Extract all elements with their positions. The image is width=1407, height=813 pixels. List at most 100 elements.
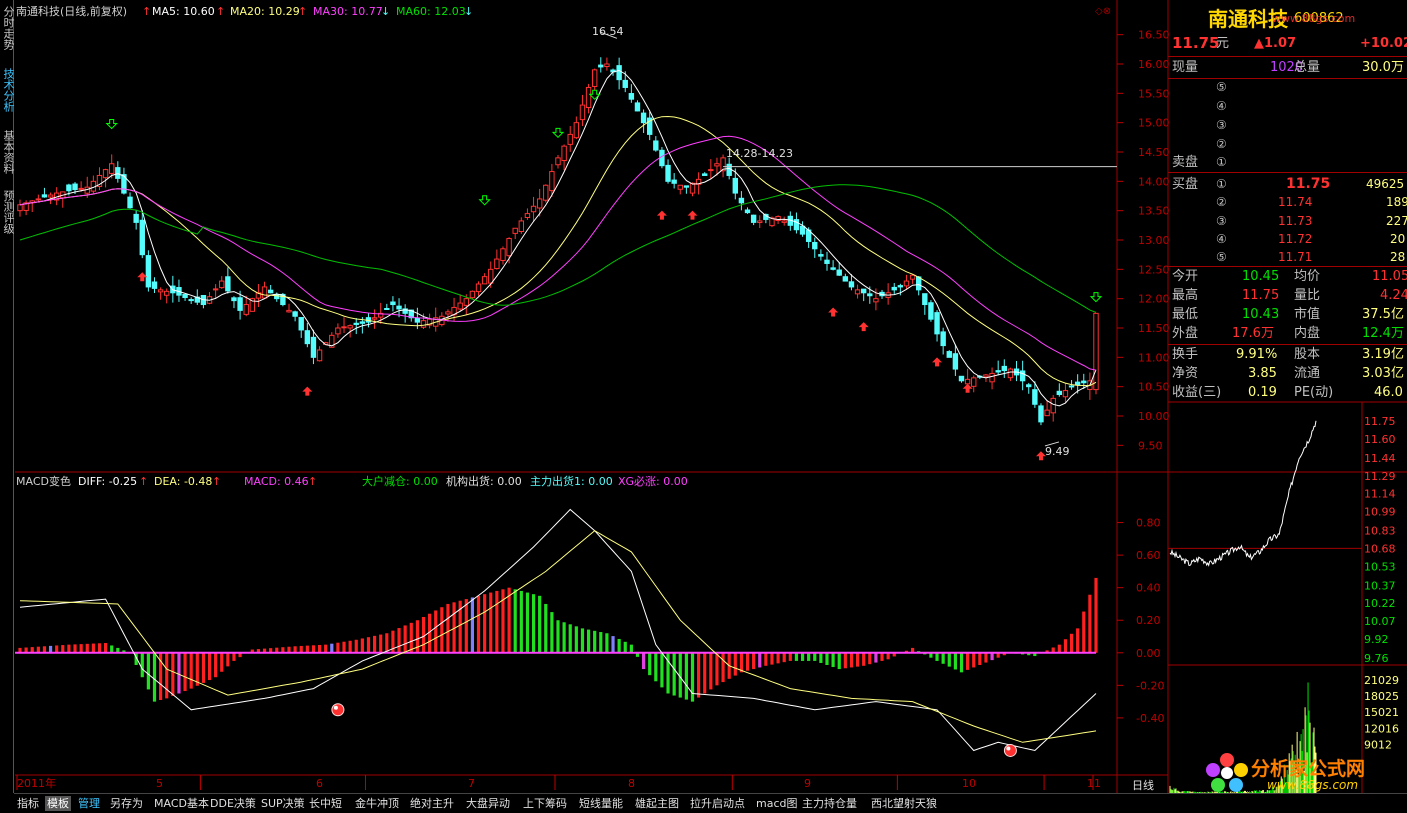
macd-bar <box>855 652 860 667</box>
tab-item[interactable]: 短线量能 <box>579 796 623 811</box>
tab-item[interactable]: SUP决策 <box>261 796 305 811</box>
macd-bar <box>97 643 102 653</box>
macd-bar <box>544 603 548 653</box>
dahu-label: 大户减仓: 0.00 <box>362 475 438 488</box>
candle-body <box>812 241 818 250</box>
macd-bar <box>397 628 401 653</box>
price-tick-label: 15.50 <box>1138 87 1170 100</box>
stat-row: 最高 11.75 量比 4.24 <box>1172 288 1407 303</box>
time-label: 8 <box>628 777 635 790</box>
macd-bar <box>611 636 615 653</box>
candle-body <box>964 378 971 385</box>
time-label: 2011年 <box>17 777 56 790</box>
tab-item[interactable]: 拉升启动点 <box>690 796 745 811</box>
tab-item[interactable]: 金牛冲顶 <box>355 796 399 811</box>
candle-body <box>818 254 824 257</box>
candle-body <box>304 330 311 345</box>
candle-body <box>989 372 995 383</box>
candle-body <box>1062 390 1069 398</box>
candle-body <box>628 93 635 100</box>
candle-body <box>928 302 934 320</box>
candle-body <box>616 65 622 81</box>
macd-bar <box>990 652 994 661</box>
macd-bar <box>354 639 358 653</box>
macd-bar <box>226 652 230 667</box>
period-label[interactable]: 日线 <box>1132 779 1154 792</box>
tab-item[interactable]: 绝对主升 <box>410 796 454 811</box>
candle-body <box>512 227 518 234</box>
macd-bar <box>531 594 536 653</box>
tab-item[interactable]: MACD基本 <box>154 796 209 811</box>
macd-bar <box>733 652 737 676</box>
tab-item[interactable]: 主力持仓量 <box>802 796 857 811</box>
range-annotation: 14.28-14.23 <box>726 147 793 160</box>
macd-bar <box>403 625 407 653</box>
candle-body <box>212 288 219 291</box>
price-tick-label: 10.00 <box>1138 410 1170 423</box>
candle-body <box>702 173 708 176</box>
macd-bar <box>697 652 701 698</box>
last-price: 11.75 <box>1172 34 1220 52</box>
xg-label: XG必涨: 0.00 <box>618 475 688 488</box>
macd-tick-label: 0.20 <box>1136 614 1161 627</box>
tab-item[interactable]: 大盘异动 <box>466 796 510 811</box>
macd-bar <box>1057 644 1061 653</box>
total-volume: 30.0万 <box>1362 60 1404 75</box>
candle-body <box>225 276 231 292</box>
macd-bar <box>593 630 597 653</box>
macd-bar <box>434 610 438 653</box>
macd-bar <box>538 595 542 653</box>
candle-body <box>634 102 641 112</box>
candle-body <box>1044 409 1050 417</box>
candle-body <box>683 185 690 188</box>
arrow-up-icon: ↑ <box>139 475 149 488</box>
buy-label: 买盘 <box>1172 177 1199 192</box>
macd-bar <box>580 628 585 653</box>
macd-bar <box>299 645 303 653</box>
candle-body <box>598 64 604 68</box>
price-row: 11.75 元 ▲1.07 +10.02 <box>1168 34 1407 53</box>
time-label: 9 <box>804 777 811 790</box>
tab-item[interactable]: 另存为 <box>110 796 143 811</box>
tab-item[interactable]: 西北望射天狼 <box>871 796 937 811</box>
macd-bar <box>935 652 939 661</box>
macd-bar <box>348 640 352 653</box>
macd-bar <box>758 652 762 668</box>
macd-bar <box>183 652 187 692</box>
candle-body <box>506 238 512 257</box>
candle-body <box>860 288 867 294</box>
tab-item[interactable]: DDE决策 <box>210 796 256 811</box>
tab-item[interactable]: 管理 <box>78 796 100 811</box>
candle-body <box>72 183 78 191</box>
price-tick-label: 16.50 <box>1138 29 1170 42</box>
arrow-down-icon: ↓ <box>381 5 391 18</box>
candle-body <box>909 274 916 280</box>
tab-item[interactable]: 模板 <box>45 796 71 811</box>
tab-item[interactable]: macd图 <box>756 796 798 811</box>
stat-row: 外盘 17.6万 内盘 12.4万 <box>1172 326 1404 341</box>
candle-body <box>35 198 42 201</box>
candle-body <box>267 289 274 294</box>
candle-body <box>335 327 341 335</box>
window-ctrl-icon[interactable]: ◇⊗ <box>1095 6 1111 17</box>
tab-item[interactable]: 雄起主图 <box>635 796 679 811</box>
candle-body <box>971 377 977 387</box>
candle-body <box>494 258 500 270</box>
tab-item[interactable]: 长中短 <box>309 796 342 811</box>
tab-item[interactable]: 指标 <box>17 796 39 811</box>
macd-bar <box>568 624 572 653</box>
macd-bar <box>959 652 964 673</box>
candle-body <box>518 220 525 233</box>
macd-bar <box>672 652 676 696</box>
macd-bar <box>495 590 499 653</box>
price-tick-label: 14.50 <box>1138 146 1170 159</box>
arrow-up-icon: ↑ <box>142 5 152 18</box>
macd-bar <box>1076 628 1080 653</box>
macd-bar <box>372 635 377 653</box>
candle-body <box>292 311 298 317</box>
buy-row: ④ 11.72 20 <box>1216 232 1406 246</box>
macd-bar <box>978 652 982 665</box>
tab-item[interactable]: 上下筹码 <box>523 796 567 811</box>
candle-body <box>867 293 873 297</box>
zhuli-label: 主力出货1: 0.00 <box>530 475 613 488</box>
